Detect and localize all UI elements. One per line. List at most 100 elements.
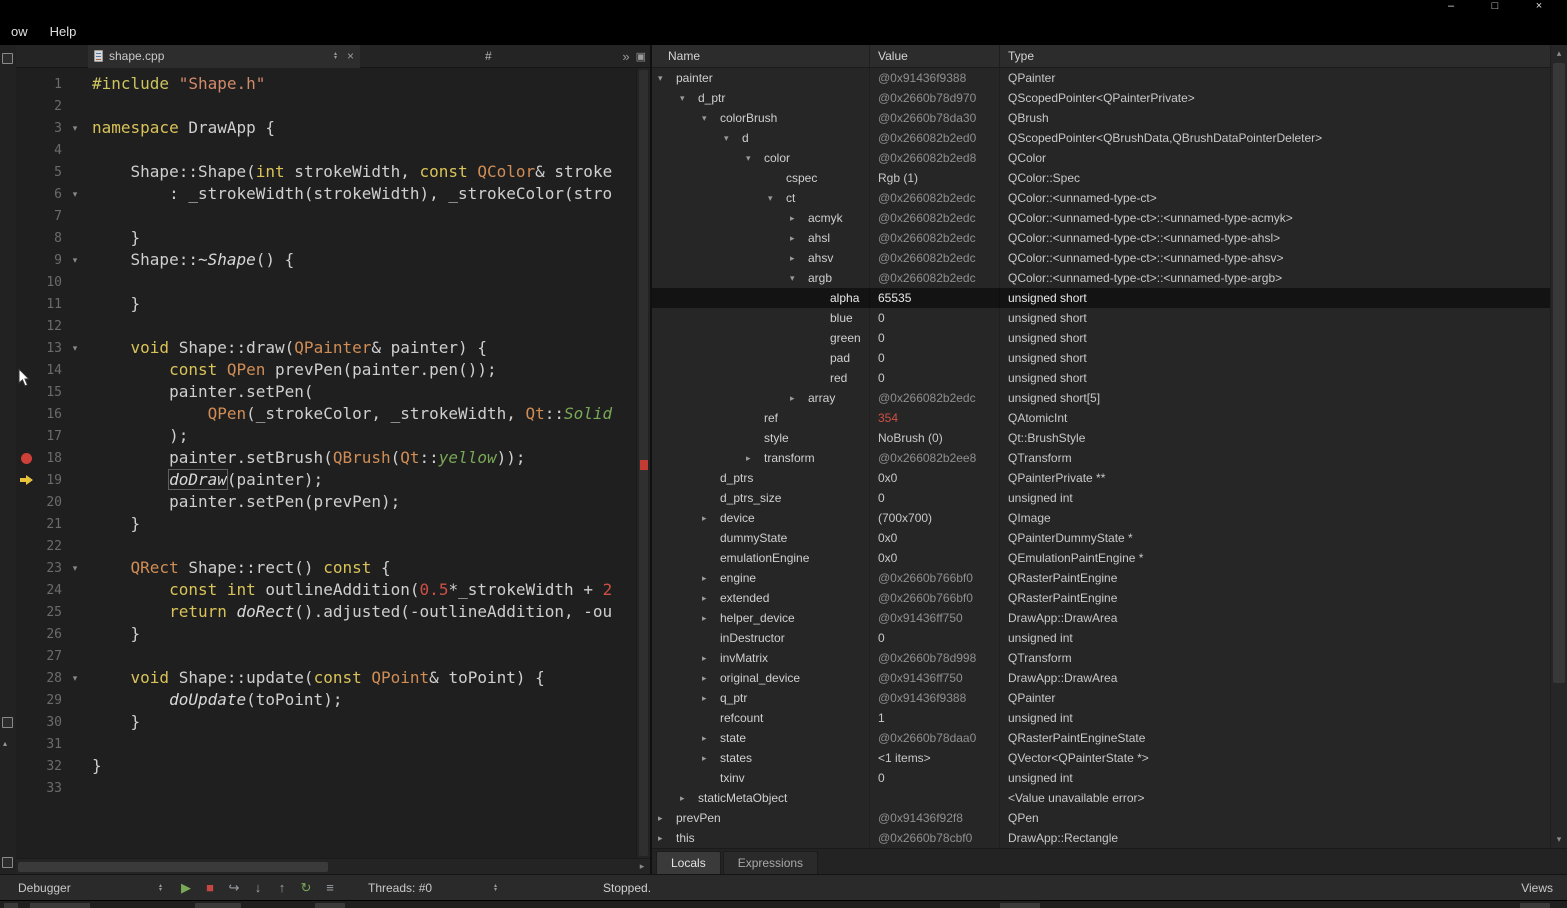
gutter-row[interactable]: 30: [16, 711, 84, 733]
code-line-30[interactable]: }: [92, 711, 636, 733]
code-line-21[interactable]: }: [92, 513, 636, 535]
variable-row-extended[interactable]: ▸ extended @0x2660b766bf0 QRasterPaintEngin…: [652, 588, 1550, 608]
tree-collapsed-icon[interactable]: ▸: [700, 693, 720, 704]
code-line-31[interactable]: [92, 733, 636, 755]
tab-locals[interactable]: Locals: [656, 851, 721, 874]
tree-collapsed-icon[interactable]: ▸: [678, 793, 698, 804]
code-line-24[interactable]: const int outlineAddition(0.5*_strokeWid…: [92, 579, 636, 601]
maximize-button[interactable]: □: [1473, 0, 1517, 15]
gutter-row[interactable]: 16: [16, 403, 84, 425]
gutter-row[interactable]: 10: [16, 271, 84, 293]
debugger-select[interactable]: Debugger ▴ ▾: [8, 878, 168, 898]
gutter-row[interactable]: 33: [16, 777, 84, 799]
variable-row-style[interactable]: style NoBrush (0) Qt::BrushStyle: [652, 428, 1550, 448]
variable-row-color[interactable]: ▾ color @0x266082b2ed8 QColor: [652, 148, 1550, 168]
gutter-row[interactable]: 6 ▾: [16, 183, 84, 205]
variable-row-engine[interactable]: ▸ engine @0x2660b766bf0 QRasterPaintEngine: [652, 568, 1550, 588]
variable-row-d_ptr[interactable]: ▾ d_ptr @0x2660b78d970 QScopedPointer<QPain…: [652, 88, 1550, 108]
variable-row-ahsl[interactable]: ▸ ahsl @0x266082b2edc QColor::<unnamed-type…: [652, 228, 1550, 248]
tree-collapsed-icon[interactable]: ▸: [700, 513, 720, 524]
step-into-icon[interactable]: ↓: [250, 880, 266, 895]
gutter-row[interactable]: 2: [16, 95, 84, 117]
tree-collapsed-icon[interactable]: ▸: [788, 253, 808, 264]
fold-marker-icon[interactable]: ▾: [73, 563, 78, 573]
gutter-row[interactable]: 4: [16, 139, 84, 161]
code-line-1[interactable]: #include "Shape.h": [92, 73, 636, 95]
variable-row-d_ptrs_size[interactable]: d_ptrs_size 0 unsigned int: [652, 488, 1550, 508]
gutter-row[interactable]: 21: [16, 513, 84, 535]
step-over-icon[interactable]: ↪: [226, 880, 242, 896]
code-line-27[interactable]: [92, 645, 636, 667]
code-line-4[interactable]: [92, 139, 636, 161]
tab-close-icon[interactable]: ×: [347, 49, 354, 63]
gutter-row[interactable]: 22: [16, 535, 84, 557]
overflow-chevron-icon[interactable]: »: [622, 49, 629, 64]
tree-collapsed-icon[interactable]: ▸: [788, 233, 808, 244]
variable-row-ref[interactable]: ref 354 QAtomicInt: [652, 408, 1550, 428]
stop-icon[interactable]: ■: [202, 880, 218, 895]
code-line-29[interactable]: doUpdate(toPoint);: [92, 689, 636, 711]
gutter-row[interactable]: 19: [16, 469, 84, 491]
variable-row-helper_device[interactable]: ▸ helper_device @0x91436ff750 DrawApp::Draw…: [652, 608, 1550, 628]
code-line-6[interactable]: : _strokeWidth(strokeWidth), _strokeColo…: [92, 183, 636, 205]
variable-row-d_ptrs[interactable]: d_ptrs 0x0 QPainterPrivate **: [652, 468, 1550, 488]
tree-expanded-icon[interactable]: ▾: [788, 273, 808, 284]
column-header-value[interactable]: Value: [870, 45, 1000, 67]
code-line-17[interactable]: );: [92, 425, 636, 447]
variable-row-red[interactable]: red 0 unsigned short: [652, 368, 1550, 388]
tab-expressions[interactable]: Expressions: [722, 851, 819, 874]
gutter-row[interactable]: 18: [16, 447, 84, 469]
variable-row-acmyk[interactable]: ▸ acmyk @0x266082b2edc QColor::<unnamed-typ…: [652, 208, 1550, 228]
gutter-row[interactable]: 26: [16, 623, 84, 645]
tree-collapsed-icon[interactable]: ▸: [656, 833, 676, 844]
gutter-row[interactable]: 1: [16, 73, 84, 95]
restart-icon[interactable]: ↻: [298, 880, 314, 896]
variable-row-d[interactable]: ▾ d @0x266082b2ed0 QScopedPointer<QBrushDat…: [652, 128, 1550, 148]
sidebar-toggle-icon[interactable]: [2, 53, 13, 64]
code-line-15[interactable]: painter.setPen(: [92, 381, 636, 403]
variable-row-refcount[interactable]: refcount 1 unsigned int: [652, 708, 1550, 728]
code-line-25[interactable]: return doRect().adjusted(-outlineAdditio…: [92, 601, 636, 623]
variable-row-dummyState[interactable]: dummyState 0x0 QPainterDummyState *: [652, 528, 1550, 548]
gutter-row[interactable]: 17: [16, 425, 84, 447]
tree-collapsed-icon[interactable]: ▸: [700, 653, 720, 664]
code-line-10[interactable]: [92, 271, 636, 293]
variable-row-colorBrush[interactable]: ▾ colorBrush @0x2660b78da30 QBrush: [652, 108, 1550, 128]
gutter-row[interactable]: 9 ▾: [16, 249, 84, 271]
editor-tab[interactable]: shape.cpp ▴ ▾ ×: [88, 44, 360, 68]
gutter-row[interactable]: 31: [16, 733, 84, 755]
variable-row-state[interactable]: ▸ state @0x2660b78daa0 QRasterPaintEngineSt…: [652, 728, 1550, 748]
gutter-row[interactable]: 7: [16, 205, 84, 227]
tree-collapsed-icon[interactable]: ▸: [700, 593, 720, 604]
code-line-22[interactable]: [92, 535, 636, 557]
gutter-row[interactable]: 28 ▾: [16, 667, 84, 689]
tree-collapsed-icon[interactable]: ▸: [700, 573, 720, 584]
tree-collapsed-icon[interactable]: ▸: [788, 213, 808, 224]
variable-row-prevPen[interactable]: ▸ prevPen @0x91436f92f8 QPen: [652, 808, 1550, 828]
gutter-row[interactable]: 20: [16, 491, 84, 513]
gutter-row[interactable]: 5: [16, 161, 84, 183]
code-line-7[interactable]: [92, 205, 636, 227]
code-line-14[interactable]: const QPen prevPen(painter.pen());: [92, 359, 636, 381]
code-line-26[interactable]: }: [92, 623, 636, 645]
editor-vscrollbar[interactable]: [636, 68, 650, 858]
variable-row-transform[interactable]: ▸ transform @0x266082b2ee8 QTransform: [652, 448, 1550, 468]
tree-expanded-icon[interactable]: ▾: [678, 93, 698, 104]
gutter-row[interactable]: 32: [16, 755, 84, 777]
tree-expanded-icon[interactable]: ▾: [700, 113, 720, 124]
code-line-32[interactable]: }: [92, 755, 636, 777]
instruction-mode-icon[interactable]: ≡: [322, 880, 338, 895]
hscroll-thumb[interactable]: [18, 862, 328, 872]
tree-collapsed-icon[interactable]: ▸: [700, 673, 720, 684]
variable-row-cspec[interactable]: cspec Rgb (1) QColor::Spec: [652, 168, 1550, 188]
code-editor[interactable]: 1 2 3 ▾ 4 5 6 ▾ 7 8 9 ▾ 10 11 12 13 ▾ 14 15 16 17 18 19 20 21 22 2…: [16, 68, 650, 858]
gutter-row[interactable]: 13 ▾: [16, 337, 84, 359]
menu-item-help[interactable]: Help: [41, 22, 86, 41]
document-list-spinner-icon[interactable]: ▴ ▾: [334, 51, 337, 61]
continue-icon[interactable]: ▶: [178, 880, 194, 896]
gutter-row[interactable]: 23 ▾: [16, 557, 84, 579]
code-line-5[interactable]: Shape::Shape(int strokeWidth, const QCol…: [92, 161, 636, 183]
gutter-row[interactable]: 24: [16, 579, 84, 601]
gutter-row[interactable]: 27: [16, 645, 84, 667]
code-line-16[interactable]: QPen(_strokeColor, _strokeWidth, Qt::Sol…: [92, 403, 636, 425]
